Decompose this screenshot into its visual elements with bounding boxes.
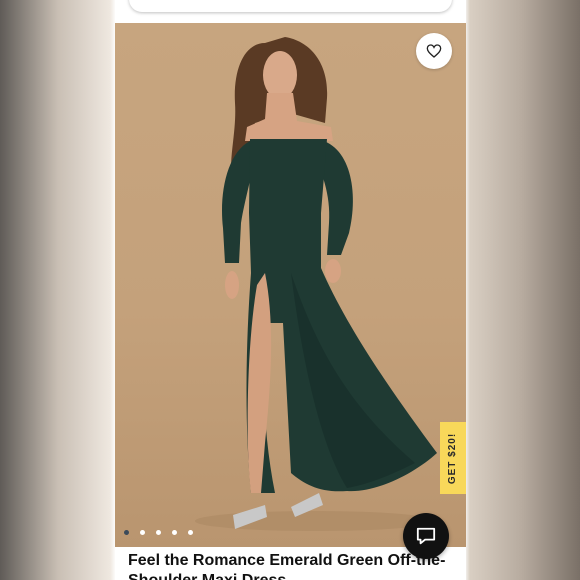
product-title-container: Feel the Romance Emerald Green Off-the-S… [128, 551, 458, 580]
carousel-dot[interactable] [156, 530, 161, 535]
phone-screen: GET $20! Feel the Romance Emerald Green … [115, 0, 466, 580]
product-image[interactable]: GET $20! [115, 23, 466, 547]
promo-label: GET $20! [447, 432, 459, 484]
promo-tab[interactable]: GET $20! [440, 422, 466, 494]
carousel-dot[interactable] [124, 530, 129, 535]
chat-bubble-icon [416, 527, 436, 545]
search-bar[interactable] [129, 0, 452, 12]
model-photo [195, 37, 437, 531]
carousel-dots [124, 530, 193, 535]
carousel-dot[interactable] [188, 530, 193, 535]
product-title: Feel the Romance Emerald Green Off-the-S… [128, 552, 446, 580]
carousel-dot[interactable] [140, 530, 145, 535]
heart-icon [426, 44, 442, 58]
top-bar [115, 0, 466, 23]
carousel-dot[interactable] [172, 530, 177, 535]
wishlist-button[interactable] [416, 33, 452, 69]
